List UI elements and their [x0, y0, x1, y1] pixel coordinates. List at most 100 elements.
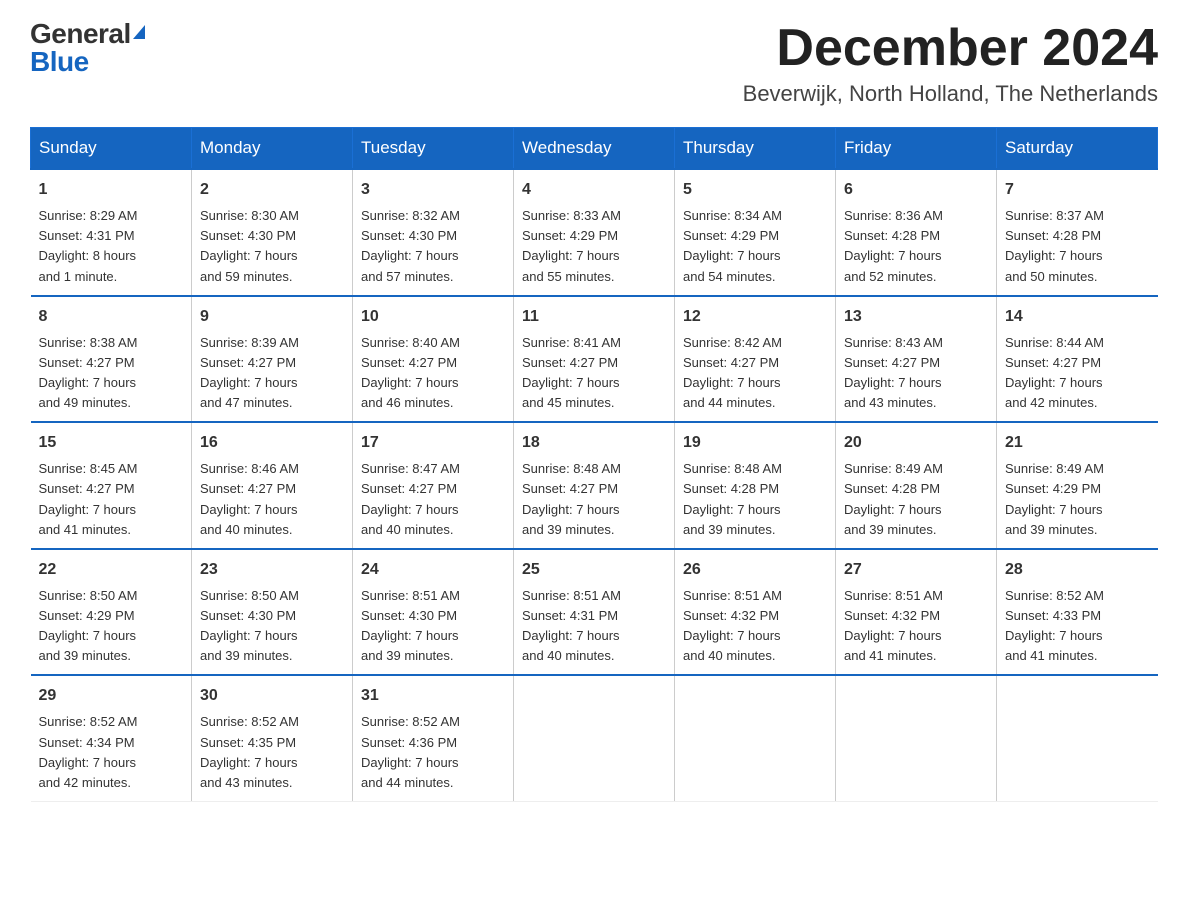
day-info: Sunrise: 8:36 AMSunset: 4:28 PMDaylight:… — [844, 206, 988, 287]
day-info: Sunrise: 8:50 AMSunset: 4:29 PMDaylight:… — [39, 586, 184, 667]
logo: General Blue — [30, 20, 145, 76]
day-number: 29 — [39, 684, 184, 708]
calendar-cell: 9 Sunrise: 8:39 AMSunset: 4:27 PMDaylight… — [192, 296, 353, 423]
calendar-cell: 14 Sunrise: 8:44 AMSunset: 4:27 PMDayligh… — [997, 296, 1158, 423]
calendar-cell: 21Sunrise: 8:49 AMSunset: 4:29 PMDayligh… — [997, 422, 1158, 549]
day-info: Sunrise: 8:30 AMSunset: 4:30 PMDaylight:… — [200, 206, 344, 287]
day-number: 25 — [522, 558, 666, 582]
calendar-cell: 3 Sunrise: 8:32 AMSunset: 4:30 PMDaylight… — [353, 169, 514, 296]
calendar-cell: 4 Sunrise: 8:33 AMSunset: 4:29 PMDaylight… — [514, 169, 675, 296]
day-number: 26 — [683, 558, 827, 582]
calendar-cell: 28 Sunrise: 8:52 AMSunset: 4:33 PMDayligh… — [997, 549, 1158, 676]
day-number: 21 — [1005, 431, 1150, 455]
day-number: 7 — [1005, 178, 1150, 202]
calendar-header-wednesday: Wednesday — [514, 128, 675, 170]
calendar-cell: 26 Sunrise: 8:51 AMSunset: 4:32 PMDayligh… — [675, 549, 836, 676]
calendar-cell: 1 Sunrise: 8:29 AMSunset: 4:31 PMDaylight… — [31, 169, 192, 296]
location-title: Beverwijk, North Holland, The Netherland… — [743, 81, 1158, 107]
day-info: Sunrise: 8:29 AMSunset: 4:31 PMDaylight:… — [39, 206, 184, 287]
day-info: Sunrise: 8:51 AMSunset: 4:31 PMDaylight:… — [522, 586, 666, 667]
day-info: Sunrise: 8:50 AMSunset: 4:30 PMDaylight:… — [200, 586, 344, 667]
day-info: Sunrise: 8:39 AMSunset: 4:27 PMDaylight:… — [200, 333, 344, 414]
day-info: Sunrise: 8:51 AMSunset: 4:30 PMDaylight:… — [361, 586, 505, 667]
calendar-cell: 27 Sunrise: 8:51 AMSunset: 4:32 PMDayligh… — [836, 549, 997, 676]
day-number: 18 — [522, 431, 666, 455]
day-number: 3 — [361, 178, 505, 202]
day-number: 14 — [1005, 305, 1150, 329]
day-info: Sunrise: 8:42 AMSunset: 4:27 PMDaylight:… — [683, 333, 827, 414]
day-number: 23 — [200, 558, 344, 582]
calendar-header-row: SundayMondayTuesdayWednesdayThursdayFrid… — [31, 128, 1158, 170]
day-number: 24 — [361, 558, 505, 582]
calendar-cell — [997, 675, 1158, 801]
calendar-cell — [836, 675, 997, 801]
calendar-cell: 13 Sunrise: 8:43 AMSunset: 4:27 PMDayligh… — [836, 296, 997, 423]
day-info: Sunrise: 8:49 AMSunset: 4:28 PMDaylight:… — [844, 459, 988, 540]
calendar-cell: 6 Sunrise: 8:36 AMSunset: 4:28 PMDaylight… — [836, 169, 997, 296]
day-info: Sunrise: 8:52 AMSunset: 4:36 PMDaylight:… — [361, 712, 505, 793]
day-info: Sunrise: 8:52 AMSunset: 4:33 PMDaylight:… — [1005, 586, 1150, 667]
day-number: 15 — [39, 431, 184, 455]
calendar-header-monday: Monday — [192, 128, 353, 170]
title-area: December 2024 Beverwijk, North Holland, … — [743, 20, 1158, 107]
day-info: Sunrise: 8:45 AMSunset: 4:27 PMDaylight:… — [39, 459, 184, 540]
calendar-header-tuesday: Tuesday — [353, 128, 514, 170]
day-number: 6 — [844, 178, 988, 202]
calendar-cell: 18 Sunrise: 8:48 AMSunset: 4:27 PMDayligh… — [514, 422, 675, 549]
day-info: Sunrise: 8:37 AMSunset: 4:28 PMDaylight:… — [1005, 206, 1150, 287]
calendar-cell: 2 Sunrise: 8:30 AMSunset: 4:30 PMDaylight… — [192, 169, 353, 296]
day-info: Sunrise: 8:47 AMSunset: 4:27 PMDaylight:… — [361, 459, 505, 540]
calendar-table: SundayMondayTuesdayWednesdayThursdayFrid… — [30, 127, 1158, 802]
calendar-cell: 22Sunrise: 8:50 AMSunset: 4:29 PMDayligh… — [31, 549, 192, 676]
day-number: 2 — [200, 178, 344, 202]
calendar-week-row: 8Sunrise: 8:38 AMSunset: 4:27 PMDaylight… — [31, 296, 1158, 423]
day-info: Sunrise: 8:32 AMSunset: 4:30 PMDaylight:… — [361, 206, 505, 287]
day-info: Sunrise: 8:51 AMSunset: 4:32 PMDaylight:… — [844, 586, 988, 667]
calendar-cell: 24 Sunrise: 8:51 AMSunset: 4:30 PMDayligh… — [353, 549, 514, 676]
calendar-header-sunday: Sunday — [31, 128, 192, 170]
day-number: 16 — [200, 431, 344, 455]
day-number: 27 — [844, 558, 988, 582]
calendar-cell: 17 Sunrise: 8:47 AMSunset: 4:27 PMDayligh… — [353, 422, 514, 549]
logo-general-text: General — [30, 20, 131, 48]
calendar-week-row: 22Sunrise: 8:50 AMSunset: 4:29 PMDayligh… — [31, 549, 1158, 676]
day-info: Sunrise: 8:46 AMSunset: 4:27 PMDaylight:… — [200, 459, 344, 540]
day-info: Sunrise: 8:52 AMSunset: 4:34 PMDaylight:… — [39, 712, 184, 793]
day-info: Sunrise: 8:51 AMSunset: 4:32 PMDaylight:… — [683, 586, 827, 667]
calendar-cell: 7 Sunrise: 8:37 AMSunset: 4:28 PMDaylight… — [997, 169, 1158, 296]
day-number: 11 — [522, 305, 666, 329]
calendar-cell: 30Sunrise: 8:52 AMSunset: 4:35 PMDayligh… — [192, 675, 353, 801]
calendar-cell: 10 Sunrise: 8:40 AMSunset: 4:27 PMDayligh… — [353, 296, 514, 423]
day-info: Sunrise: 8:44 AMSunset: 4:27 PMDaylight:… — [1005, 333, 1150, 414]
month-title: December 2024 — [743, 20, 1158, 77]
calendar-header-saturday: Saturday — [997, 128, 1158, 170]
calendar-week-row: 15 Sunrise: 8:45 AMSunset: 4:27 PMDayligh… — [31, 422, 1158, 549]
calendar-cell: 31Sunrise: 8:52 AMSunset: 4:36 PMDayligh… — [353, 675, 514, 801]
calendar-cell: 20 Sunrise: 8:49 AMSunset: 4:28 PMDayligh… — [836, 422, 997, 549]
day-info: Sunrise: 8:43 AMSunset: 4:27 PMDaylight:… — [844, 333, 988, 414]
day-number: 1 — [39, 178, 184, 202]
calendar-cell — [675, 675, 836, 801]
calendar-cell: 25 Sunrise: 8:51 AMSunset: 4:31 PMDayligh… — [514, 549, 675, 676]
day-number: 17 — [361, 431, 505, 455]
day-number: 9 — [200, 305, 344, 329]
calendar-cell: 23 Sunrise: 8:50 AMSunset: 4:30 PMDayligh… — [192, 549, 353, 676]
day-number: 4 — [522, 178, 666, 202]
day-number: 28 — [1005, 558, 1150, 582]
calendar-cell: 11Sunrise: 8:41 AMSunset: 4:27 PMDayligh… — [514, 296, 675, 423]
page-header: General Blue December 2024 Beverwijk, No… — [30, 20, 1158, 107]
day-info: Sunrise: 8:52 AMSunset: 4:35 PMDaylight:… — [200, 712, 344, 793]
day-info: Sunrise: 8:33 AMSunset: 4:29 PMDaylight:… — [522, 206, 666, 287]
day-info: Sunrise: 8:38 AMSunset: 4:27 PMDaylight:… — [39, 333, 184, 414]
logo-blue-text: Blue — [30, 48, 145, 76]
day-info: Sunrise: 8:48 AMSunset: 4:27 PMDaylight:… — [522, 459, 666, 540]
day-number: 13 — [844, 305, 988, 329]
day-info: Sunrise: 8:34 AMSunset: 4:29 PMDaylight:… — [683, 206, 827, 287]
calendar-cell: 15 Sunrise: 8:45 AMSunset: 4:27 PMDayligh… — [31, 422, 192, 549]
day-info: Sunrise: 8:40 AMSunset: 4:27 PMDaylight:… — [361, 333, 505, 414]
calendar-cell: 19Sunrise: 8:48 AMSunset: 4:28 PMDayligh… — [675, 422, 836, 549]
calendar-header-friday: Friday — [836, 128, 997, 170]
day-info: Sunrise: 8:48 AMSunset: 4:28 PMDaylight:… — [683, 459, 827, 540]
day-number: 10 — [361, 305, 505, 329]
day-number: 20 — [844, 431, 988, 455]
